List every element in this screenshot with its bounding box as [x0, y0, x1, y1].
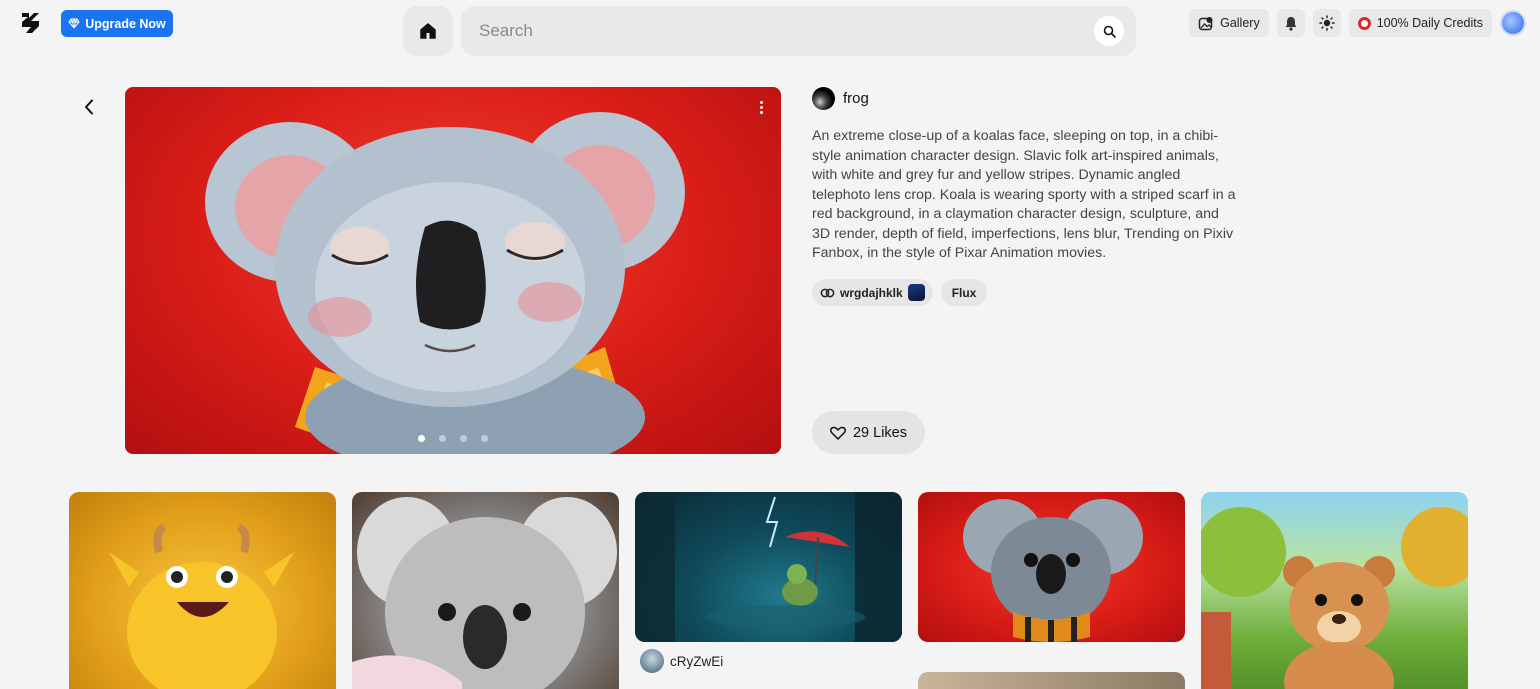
daily-credits-label: 100% Daily Credits — [1376, 16, 1483, 30]
app-logo-icon[interactable] — [20, 12, 40, 34]
tag-list: wrgdajhklk Flux — [812, 279, 988, 306]
upgrade-now-button[interactable]: Upgrade Now — [61, 10, 173, 37]
likes-count: 29 Likes — [852, 424, 907, 441]
author-link[interactable]: frog — [812, 87, 869, 110]
search-button[interactable] — [1094, 16, 1124, 46]
heart-icon — [830, 426, 846, 440]
likes-button[interactable]: 29 Likes — [812, 411, 925, 454]
koala-illustration — [205, 112, 685, 454]
home-icon — [420, 23, 436, 39]
model-tag-wrgdajhklk[interactable]: wrgdajhklk — [812, 279, 933, 306]
koala-scarf-thumbnail — [963, 499, 1143, 642]
top-right-actions: Gallery 100% Daily Credits — [1189, 9, 1526, 37]
owner-name: cRyZwEi — [670, 653, 724, 669]
gallery-card[interactable] — [918, 672, 1185, 689]
search-input[interactable] — [479, 21, 1094, 41]
monster-thumbnail — [109, 523, 294, 689]
tag-label: wrgdajhklk — [840, 285, 903, 300]
upgrade-now-label: Upgrade Now — [85, 16, 166, 31]
author-name: frog — [843, 90, 869, 107]
link-rings-icon — [820, 288, 835, 297]
prompt-description: An extreme close-up of a koalas face, sl… — [812, 128, 1236, 261]
search-bar — [461, 6, 1136, 56]
chevron-left-icon — [85, 99, 93, 115]
credits-ring-icon — [1357, 16, 1371, 30]
user-avatar[interactable] — [1500, 10, 1526, 36]
gallery-card[interactable] — [69, 492, 336, 689]
back-button[interactable] — [78, 96, 100, 118]
daily-credits-button[interactable]: 100% Daily Credits — [1348, 9, 1492, 37]
owner-avatar — [640, 649, 664, 673]
gallery-label: Gallery — [1220, 16, 1260, 30]
gallery-icon — [1198, 16, 1213, 30]
bell-icon — [1285, 16, 1297, 31]
search-icon — [1103, 25, 1116, 38]
gallery-card[interactable] — [918, 492, 1185, 642]
tag-label: Flux — [951, 285, 977, 300]
home-button[interactable] — [403, 6, 453, 56]
carousel-dot-3[interactable] — [460, 435, 467, 442]
turtle-umbrella-thumbnail — [635, 492, 902, 642]
model-tag-flux[interactable]: Flux — [940, 279, 988, 306]
diamond-icon — [68, 18, 80, 29]
theme-toggle[interactable] — [1312, 9, 1341, 37]
carousel-dots — [125, 435, 781, 442]
more-options-icon[interactable] — [751, 97, 771, 117]
teddy-bear-thumbnail — [1201, 507, 1468, 689]
card-owner[interactable]: cRyZwEi — [640, 649, 723, 673]
carousel-dot-4[interactable] — [481, 435, 488, 442]
notifications-button[interactable] — [1276, 9, 1305, 37]
author-avatar — [812, 87, 835, 110]
tag-thumbnail — [907, 284, 925, 301]
carousel-dot-2[interactable] — [439, 435, 446, 442]
gallery-card[interactable] — [352, 492, 619, 689]
koala-blanket-thumbnail — [352, 497, 617, 689]
sun-icon — [1318, 15, 1335, 31]
gallery-card[interactable] — [1201, 492, 1468, 689]
carousel-dot-1[interactable] — [418, 435, 425, 442]
gallery-button[interactable]: Gallery — [1189, 9, 1269, 37]
hero-image[interactable] — [125, 87, 781, 454]
gallery-card[interactable] — [635, 492, 902, 642]
